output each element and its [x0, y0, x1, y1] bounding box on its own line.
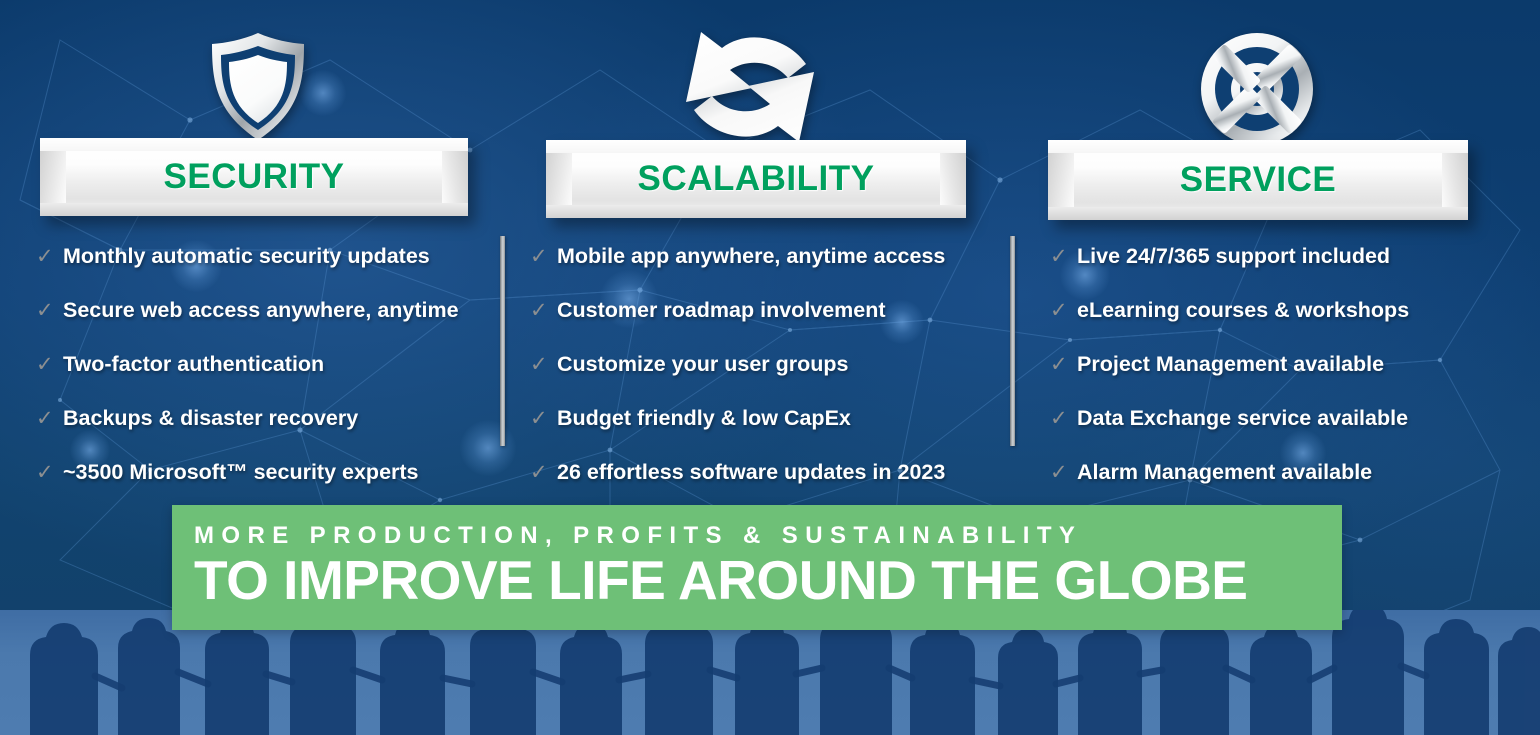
service-title: SERVICE: [1179, 160, 1337, 199]
feature-item: ✓ Two-factor authentication: [36, 352, 496, 377]
check-icon: ✓: [36, 353, 54, 376]
service-title-plaque: SERVICE: [1048, 140, 1468, 220]
feature-item: ✓ Alarm Management available: [1050, 460, 1510, 485]
check-icon: ✓: [1050, 461, 1068, 484]
feature-label: Monthly automatic security updates: [63, 244, 430, 268]
feature-label: Live 24/7/365 support included: [1077, 244, 1391, 268]
plaque-bevel-bottom: [1048, 207, 1468, 220]
check-icon: ✓: [36, 461, 54, 484]
feature-item: ✓ Backups & disaster recovery: [36, 406, 496, 431]
feature-label: Backups & disaster recovery: [63, 406, 359, 430]
feature-label: Alarm Management available: [1077, 460, 1373, 484]
lifebuoy-icon: [1196, 28, 1318, 150]
feature-label: Two-factor authentication: [63, 352, 325, 376]
security-feature-list: ✓ Monthly automatic security updates ✓ S…: [36, 244, 496, 485]
check-icon: ✓: [36, 245, 54, 268]
feature-item: ✓ Customize your user groups: [530, 352, 1000, 377]
check-icon: ✓: [1050, 245, 1068, 268]
tagline-line-1: MORE PRODUCTION, PROFITS & SUSTAINABILIT…: [194, 522, 1083, 550]
feature-item: ✓ Project Management available: [1050, 352, 1510, 377]
plaque-bevel-bottom: [40, 203, 468, 216]
sync-arrows-icon: [676, 26, 824, 148]
feature-item: ✓ eLearning courses & workshops: [1050, 298, 1510, 323]
feature-label: Data Exchange service available: [1077, 406, 1409, 430]
feature-label: Customer roadmap involvement: [557, 298, 886, 322]
feature-label: Secure web access anywhere, anytime: [63, 298, 459, 322]
check-icon: ✓: [1050, 407, 1068, 430]
check-icon: ✓: [530, 461, 548, 484]
feature-item: ✓ Budget friendly & low CapEx: [530, 406, 1000, 431]
feature-label: eLearning courses & workshops: [1077, 298, 1410, 322]
check-icon: ✓: [1050, 353, 1068, 376]
scalability-feature-list: ✓ Mobile app anywhere, anytime access ✓ …: [530, 244, 1000, 485]
feature-label: Customize your user groups: [557, 352, 849, 376]
service-feature-list: ✓ Live 24/7/365 support included ✓ eLear…: [1050, 244, 1510, 485]
security-title-plaque: SECURITY: [40, 138, 468, 216]
check-icon: ✓: [530, 245, 548, 268]
feature-label: Project Management available: [1077, 352, 1385, 376]
check-icon: ✓: [530, 353, 548, 376]
feature-item: ✓ Mobile app anywhere, anytime access: [530, 244, 1000, 269]
feature-label: 26 effortless software updates in 2023: [557, 460, 946, 484]
check-icon: ✓: [36, 407, 54, 430]
column-divider-1: [500, 236, 505, 446]
security-title: SECURITY: [163, 157, 345, 196]
scalability-title: SCALABILITY: [637, 159, 875, 198]
infographic-canvas: SECURITY ✓ Monthly automatic security up…: [0, 0, 1540, 735]
feature-item: ✓ Secure web access anywhere, anytime: [36, 298, 496, 323]
column-divider-2: [1010, 236, 1015, 446]
feature-item: ✓ 26 effortless software updates in 2023: [530, 460, 1000, 485]
scalability-title-plaque: SCALABILITY: [546, 140, 966, 218]
feature-item: ✓ Live 24/7/365 support included: [1050, 244, 1510, 269]
feature-item: ✓ ~3500 Microsoft™ security experts: [36, 460, 496, 485]
check-icon: ✓: [530, 407, 548, 430]
tagline-banner: MORE PRODUCTION, PROFITS & SUSTAINABILIT…: [172, 505, 1342, 630]
plaque-bevel-bottom: [546, 205, 966, 218]
plaque-bevel-top: [1048, 140, 1468, 153]
shield-icon: [196, 24, 320, 148]
feature-label: Budget friendly & low CapEx: [557, 406, 851, 430]
check-icon: ✓: [530, 299, 548, 322]
plaque-bevel-top: [546, 140, 966, 153]
feature-label: ~3500 Microsoft™ security experts: [63, 460, 419, 484]
feature-item: ✓ Monthly automatic security updates: [36, 244, 496, 269]
feature-label: Mobile app anywhere, anytime access: [557, 244, 946, 268]
feature-item: ✓ Customer roadmap involvement: [530, 298, 1000, 323]
feature-item: ✓ Data Exchange service available: [1050, 406, 1510, 431]
tagline-line-2: TO IMPROVE LIFE AROUND THE GLOBE: [194, 548, 1248, 611]
plaque-bevel-top: [40, 138, 468, 151]
check-icon: ✓: [1050, 299, 1068, 322]
check-icon: ✓: [36, 299, 54, 322]
